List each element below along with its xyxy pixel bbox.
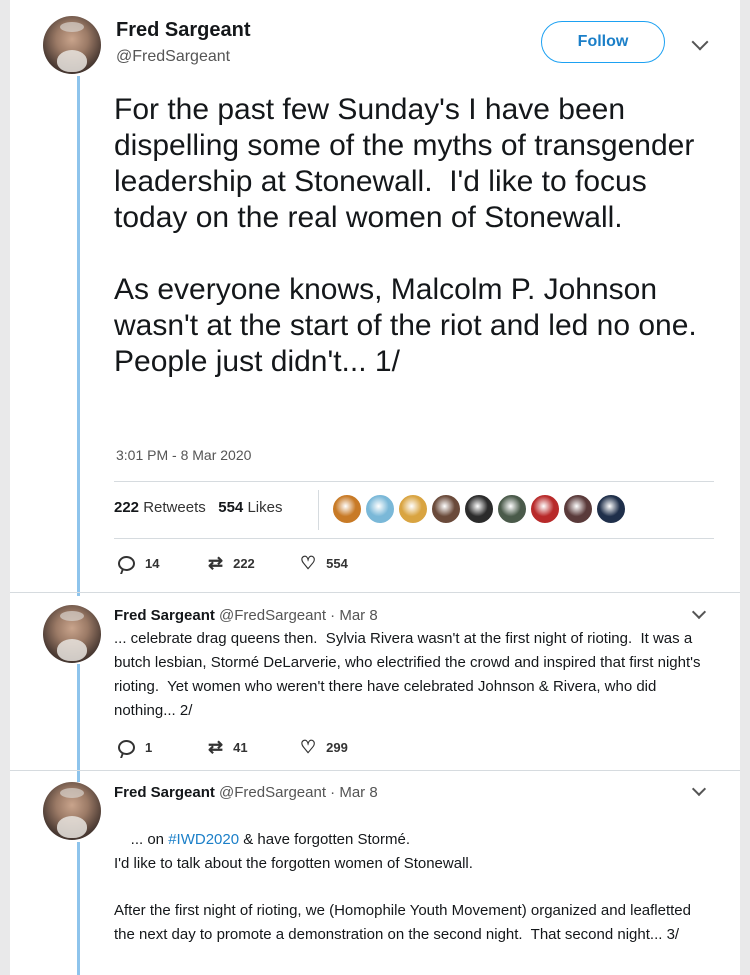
tweet-actions: 1 ⇄ 41 ♡ 299 bbox=[118, 738, 348, 756]
reply-count: 14 bbox=[145, 555, 160, 571]
divider-vertical bbox=[318, 490, 319, 530]
liker-avatar[interactable] bbox=[464, 494, 494, 524]
author-handle[interactable]: @FredSargeant bbox=[116, 48, 230, 66]
likes-count: 554 bbox=[218, 499, 244, 516]
retweet-icon: ⇄ bbox=[208, 737, 224, 757]
reply-icon bbox=[118, 739, 135, 755]
author-name[interactable]: Fred Sargeant bbox=[114, 607, 215, 624]
tweet-actions: 14 ⇄ 222 ♡ 554 bbox=[118, 554, 348, 572]
retweet-count: 222 bbox=[233, 555, 255, 571]
retweet-button[interactable]: ⇄ 41 bbox=[208, 738, 300, 756]
liker-avatar[interactable] bbox=[365, 494, 395, 524]
hashtag-link[interactable]: #IWD2020 bbox=[168, 831, 239, 848]
author-name[interactable]: Fred Sargeant bbox=[116, 19, 250, 42]
chevron-down-icon[interactable] bbox=[691, 604, 707, 620]
tweet-text: For the past few Sunday's I have been di… bbox=[114, 93, 697, 378]
reply-header: Fred Sargeant @FredSargeant · Mar 8 bbox=[114, 784, 378, 801]
liker-avatar[interactable] bbox=[497, 494, 527, 524]
like-count: 299 bbox=[326, 739, 348, 755]
retweet-icon: ⇄ bbox=[208, 553, 224, 573]
chevron-down-icon[interactable] bbox=[691, 781, 707, 797]
separator-dot: · bbox=[330, 784, 336, 801]
divider bbox=[10, 770, 740, 771]
divider bbox=[10, 592, 740, 593]
follow-button[interactable]: Follow bbox=[541, 21, 665, 63]
heart-icon: ♡ bbox=[300, 737, 317, 757]
retweet-count: 41 bbox=[233, 739, 248, 755]
like-button[interactable]: ♡ 554 bbox=[300, 554, 348, 572]
like-count: 554 bbox=[326, 555, 348, 571]
tweet-text: ... celebrate drag queens then. Sylvia R… bbox=[114, 630, 705, 719]
retweet-button[interactable]: ⇄ 222 bbox=[208, 554, 300, 572]
liker-avatars bbox=[332, 494, 629, 526]
reply-icon bbox=[118, 555, 135, 571]
like-button[interactable]: ♡ 299 bbox=[300, 738, 348, 756]
liker-avatar[interactable] bbox=[596, 494, 626, 524]
likes-label: Likes bbox=[247, 499, 283, 516]
avatar[interactable] bbox=[43, 605, 101, 663]
retweets-count: 222 bbox=[114, 499, 140, 516]
author-handle[interactable]: @FredSargeant bbox=[219, 784, 326, 801]
avatar[interactable] bbox=[43, 16, 101, 74]
author-handle[interactable]: @FredSargeant bbox=[219, 607, 326, 624]
tweet-paragraph: After the first night of rioting, we (Ho… bbox=[114, 902, 696, 943]
liker-avatar[interactable] bbox=[431, 494, 461, 524]
liker-avatar[interactable] bbox=[398, 494, 428, 524]
author-name[interactable]: Fred Sargeant bbox=[114, 784, 215, 801]
reply-button[interactable]: 14 bbox=[118, 555, 208, 571]
divider bbox=[114, 538, 714, 539]
chevron-down-icon[interactable] bbox=[691, 33, 709, 51]
heart-icon: ♡ bbox=[300, 553, 317, 573]
tweet-thread-page: Fred Sargeant @FredSargeant Follow For t… bbox=[10, 0, 740, 975]
liker-avatar[interactable] bbox=[332, 494, 362, 524]
tweet-date[interactable]: Mar 8 bbox=[339, 607, 377, 624]
reply-count: 1 bbox=[145, 739, 153, 755]
retweets-label: Retweets bbox=[143, 499, 206, 516]
liker-avatar[interactable] bbox=[563, 494, 593, 524]
liker-avatar[interactable] bbox=[530, 494, 560, 524]
thread-line-2 bbox=[77, 664, 80, 782]
thread-line-1 bbox=[77, 76, 80, 596]
likes-stat[interactable]: 554 Likes bbox=[218, 499, 282, 516]
reply-header: Fred Sargeant @FredSargeant · Mar 8 bbox=[114, 607, 378, 624]
text-suffix: & have forgotten Stormé. bbox=[239, 831, 411, 848]
thread-line-3 bbox=[77, 842, 80, 975]
separator-dot: · bbox=[330, 607, 336, 624]
tweet-paragraph: I'd like to talk about the forgotten wom… bbox=[114, 855, 473, 872]
avatar[interactable] bbox=[43, 782, 101, 840]
reply-button[interactable]: 1 bbox=[118, 739, 208, 755]
tweet-date[interactable]: Mar 8 bbox=[339, 784, 377, 801]
retweets-stat[interactable]: 222 Retweets bbox=[114, 499, 206, 516]
tweet-timestamp[interactable]: 3:01 PM - 8 Mar 2020 bbox=[116, 447, 251, 463]
divider bbox=[114, 481, 714, 482]
text-prefix: ... on bbox=[130, 831, 169, 848]
engagement-stats: 222 Retweets 554 Likes bbox=[114, 499, 282, 516]
